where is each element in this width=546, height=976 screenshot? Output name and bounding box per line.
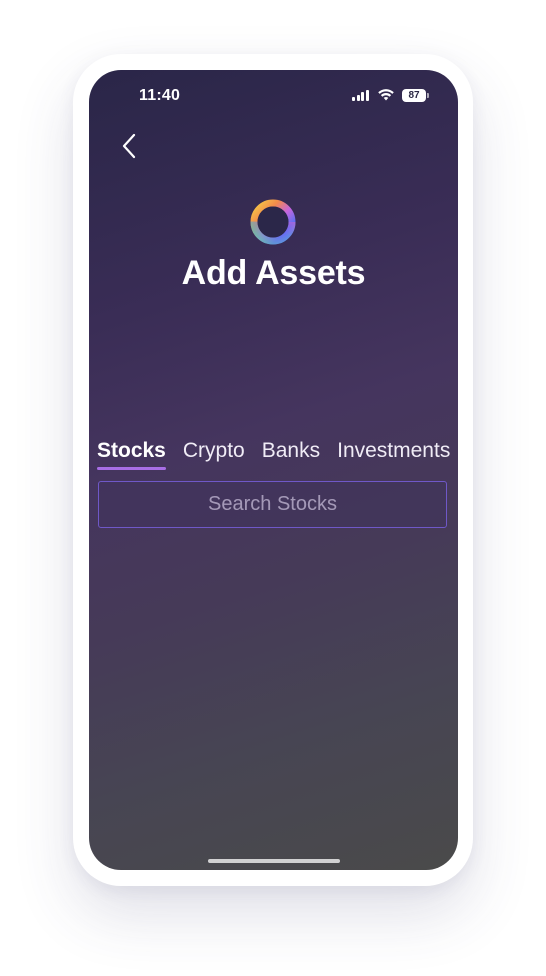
- home-indicator[interactable]: [208, 859, 340, 863]
- tab-banks[interactable]: Banks: [262, 436, 320, 463]
- status-bar: 11:40 87: [89, 70, 458, 120]
- app-screen: 11:40 87 Add Assets Stocks Crypto Banks …: [89, 70, 458, 870]
- search-input[interactable]: [98, 481, 447, 528]
- app-logo-icon: [250, 199, 296, 245]
- tab-investments[interactable]: Investments: [337, 436, 450, 463]
- signal-icon: [352, 89, 370, 101]
- chevron-left-icon: [122, 133, 136, 159]
- tab-stocks[interactable]: Stocks: [97, 436, 166, 470]
- battery-level: 87: [408, 89, 420, 101]
- status-time: 11:40: [139, 87, 181, 104]
- tab-crypto[interactable]: Crypto: [183, 436, 245, 463]
- asset-tabs: Stocks Crypto Banks Investments: [97, 436, 450, 472]
- wifi-icon: [378, 89, 394, 101]
- back-button[interactable]: [113, 130, 145, 162]
- status-icons: 87: [352, 88, 429, 102]
- stage: 11:40 87 Add Assets Stocks Crypto Banks …: [0, 0, 546, 976]
- battery-icon: 87: [402, 88, 429, 102]
- page-title: Add Assets: [181, 254, 366, 292]
